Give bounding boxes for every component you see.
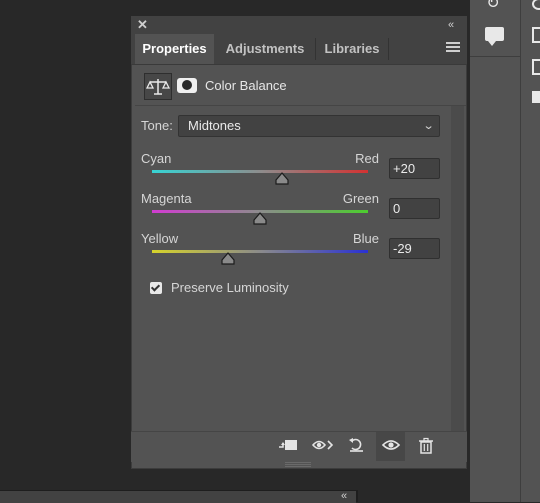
bottom-dock (0, 490, 356, 503)
comment-icon-tail (488, 41, 496, 46)
right-tool-strip (520, 0, 540, 502)
comment-icon[interactable] (485, 27, 504, 41)
cyan-red-slider-thumb[interactable] (274, 172, 289, 185)
cyan-label: Cyan (141, 151, 172, 166)
blue-label: Blue (352, 231, 379, 246)
layer-icon[interactable] (532, 27, 540, 43)
collapse-panel-icon[interactable]: « (448, 17, 462, 33)
reset-adjustment-icon[interactable] (345, 437, 369, 458)
magenta-green-slider-thumb[interactable] (253, 212, 267, 225)
tone-select-value: Midtones (188, 118, 241, 133)
trash-icon[interactable] (414, 437, 438, 460)
panel-scrollbar[interactable] (451, 106, 464, 436)
eye-icon (379, 437, 403, 458)
chevron-down-icon: ⌄ (422, 120, 435, 132)
close-icon[interactable]: ✕ (137, 17, 149, 33)
dock-separator (356, 490, 358, 502)
layer-mask-icon[interactable] (177, 78, 197, 93)
red-label: Red (355, 151, 379, 166)
tab-libraries[interactable]: Libraries (316, 34, 388, 64)
yellow-label: Yellow (141, 231, 179, 246)
cyan-red-track[interactable] (152, 170, 368, 173)
panel-title-bar[interactable] (131, 16, 467, 34)
green-label: Green (342, 191, 379, 206)
magenta-green-value: 0 (393, 201, 401, 216)
rotate-icon[interactable]: ↻ (484, 0, 502, 14)
tab-divider (388, 38, 389, 60)
magenta-label: Magenta (141, 191, 192, 206)
view-previous-state-icon[interactable] (311, 437, 335, 458)
grid-icon[interactable] (532, 91, 540, 103)
yellow-blue-value: -29 (393, 241, 412, 256)
clip-to-layer-icon[interactable] (276, 437, 300, 458)
panel-menu-icon[interactable] (446, 42, 460, 54)
frame-icon[interactable] (532, 59, 540, 75)
yellow-blue-track[interactable] (152, 250, 368, 253)
strip-divider (470, 56, 520, 57)
color-balance-icon[interactable] (144, 73, 172, 100)
panel-resize-grip[interactable] (285, 462, 311, 468)
right-panel-strip (470, 0, 520, 502)
tone-label: Tone: (141, 118, 173, 133)
tab-adjustments[interactable]: Adjustments (215, 34, 315, 64)
preserve-luminosity-checkbox[interactable] (150, 282, 162, 294)
dock-collapse-icon[interactable]: « (334, 490, 354, 502)
adjustment-title: Color Balance (205, 78, 287, 93)
tab-properties[interactable]: Properties (135, 34, 214, 64)
cyan-red-value: +20 (393, 161, 416, 176)
scales-icon (145, 79, 171, 95)
preserve-luminosity-label: Preserve Luminosity (171, 280, 289, 295)
yellow-blue-slider-thumb[interactable] (220, 252, 235, 265)
